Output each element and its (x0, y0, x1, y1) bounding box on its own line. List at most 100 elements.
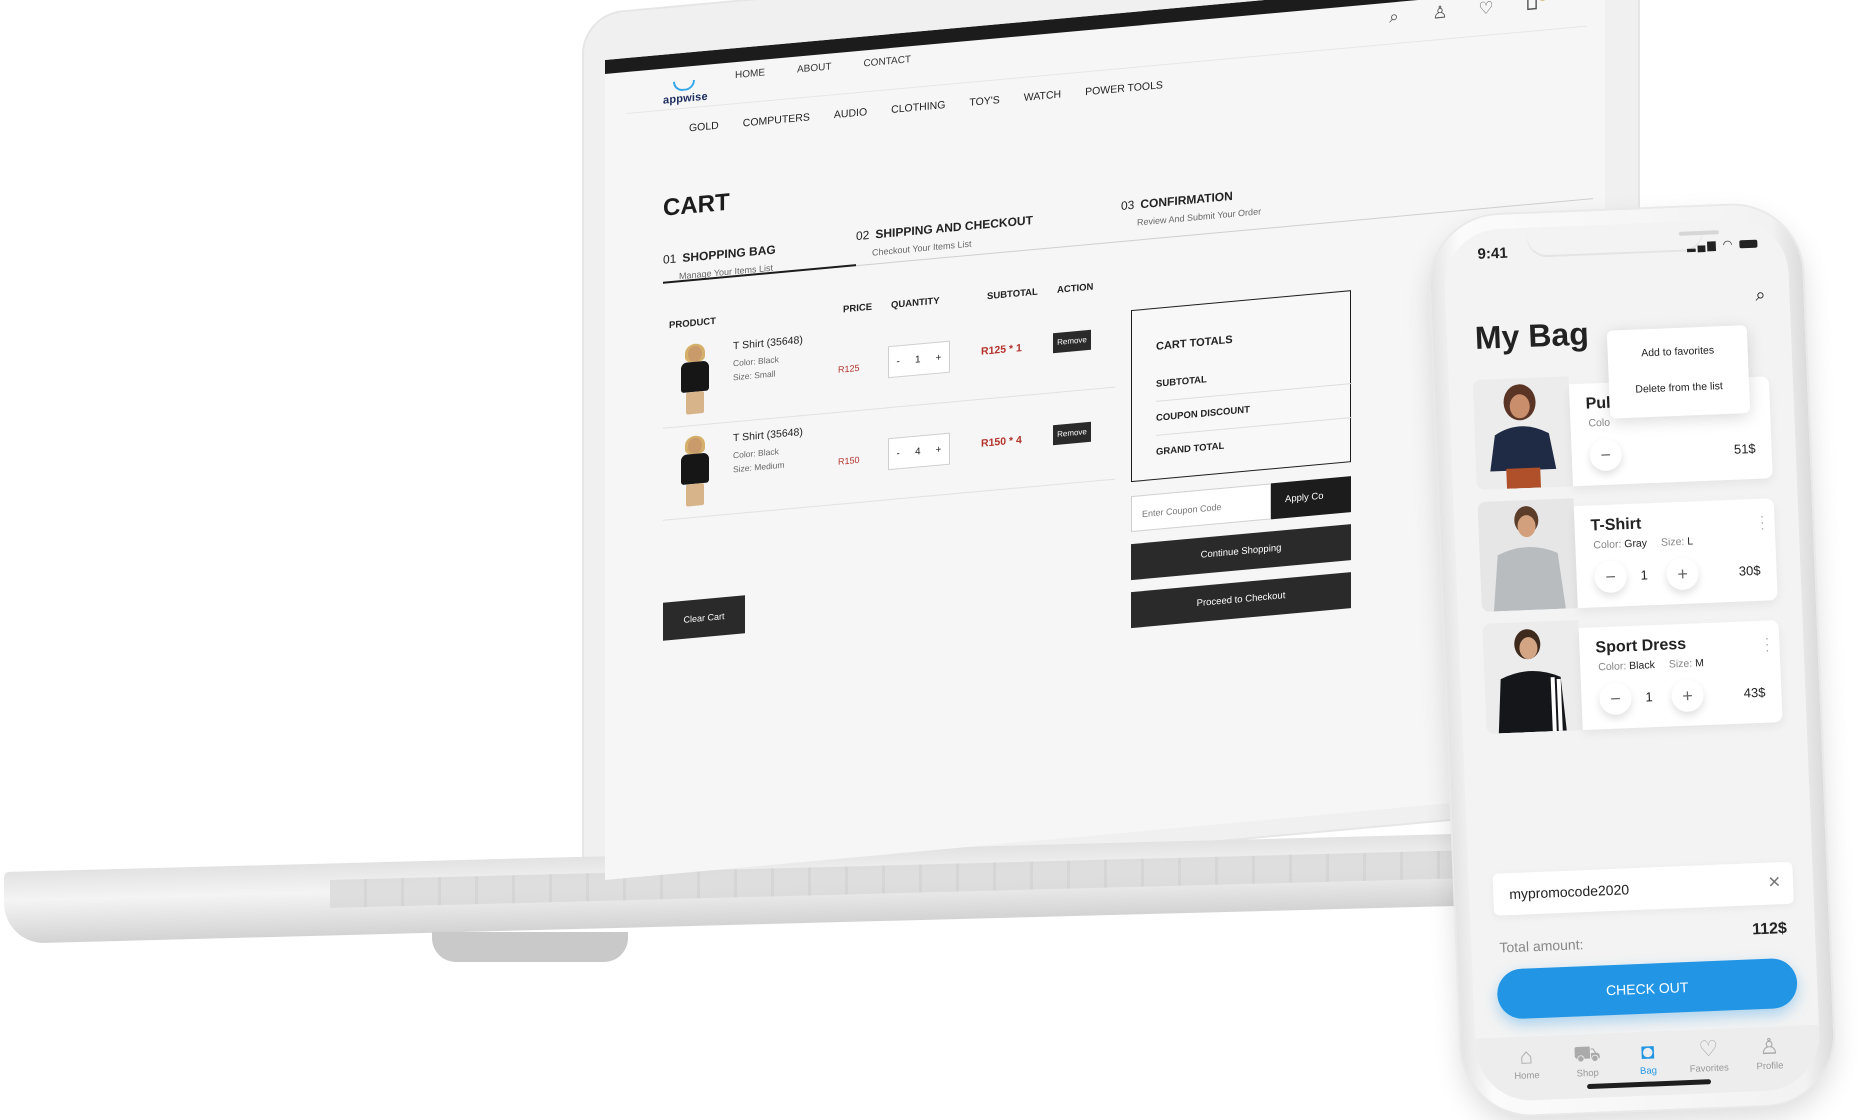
phone-device: 9:41 ▂▄▆ ◠ ⌕ My Bag Pul Colo − 51$ T-Shi… (1428, 202, 1836, 1118)
more-options-icon[interactable]: · · · (1759, 508, 1765, 536)
check-out-button[interactable]: CHECK OUT (1496, 957, 1799, 1020)
tab-label: Home (1514, 1070, 1540, 1083)
page-title: My Bag (1474, 315, 1590, 357)
heart-icon[interactable]: ♡ (1475, 0, 1497, 21)
qty-plus-button[interactable]: + (1665, 557, 1700, 591)
product-image (675, 342, 715, 418)
search-icon[interactable]: ⌕ (1755, 284, 1766, 305)
qty-plus-button[interactable]: + (1670, 679, 1705, 713)
nav-home[interactable]: HOME (735, 67, 765, 81)
item-name: Sport Dress (1595, 635, 1687, 657)
product-name[interactable]: T Shirt (35648) (733, 334, 803, 352)
color-label: Color: (1598, 660, 1627, 674)
qty-minus-button[interactable]: − (1598, 682, 1633, 716)
item-attributes: Color: Gray Size: L (1593, 535, 1707, 551)
proceed-to-checkout-button[interactable]: Proceed to Checkout (1131, 572, 1351, 629)
qty-minus-button[interactable]: − (1594, 560, 1628, 594)
bag-item-card[interactable]: T-Shirt Color: Gray Size: L − 1 + 30$ · · · (1477, 490, 1782, 612)
qty-plus-button[interactable]: + (936, 352, 942, 364)
tab-profile[interactable]: ♙ Profile (1743, 1032, 1797, 1092)
cart-totals-panel: CART TOTALS SUBTOTAL COUPON DISCOUNT GRA… (1131, 290, 1352, 483)
promo-code-field[interactable]: mypromocode2020 ✕ (1492, 861, 1794, 916)
bag-item-details: T-Shirt Color: Gray Size: L − 1 + 30$ · · · (1573, 498, 1778, 609)
tab-bag[interactable]: ◘ Bag (1621, 1037, 1675, 1097)
qty-minus-button[interactable]: - (897, 448, 900, 459)
bag-item-card[interactable]: Sport Dress Color: Black Size: M − 1 + 43… (1482, 612, 1786, 734)
item-price: 51$ (1733, 440, 1756, 457)
clear-cart-button[interactable]: Clear Cart (663, 595, 745, 641)
col-product: PRODUCT (669, 315, 716, 332)
item-price: 43$ (1743, 684, 1766, 701)
item-size: L (1687, 535, 1694, 548)
apply-coupon-button[interactable]: Apply Co (1271, 476, 1351, 520)
search-icon[interactable]: ⌕ (1383, 5, 1405, 29)
page-title: CART (663, 188, 730, 222)
category-nav: GOLD COMPUTERS AUDIO CLOTHING TOY'S WATC… (689, 79, 1163, 134)
category-watch[interactable]: WATCH (1024, 88, 1061, 103)
product-subtotal: R150 * 4 (981, 434, 1022, 450)
qty-minus-button[interactable]: - (897, 356, 900, 367)
product-size: Size: Medium (733, 459, 785, 475)
step-title: CONFIRMATION (1140, 188, 1233, 212)
mobile-bag-screen: 9:41 ▂▄▆ ◠ ⌕ My Bag Pul Colo − 51$ T-Shi… (1442, 217, 1822, 1103)
step-number: 03 (1121, 197, 1135, 214)
tab-home[interactable]: ⌂ Home (1500, 1042, 1554, 1102)
remove-button[interactable]: Remove (1053, 329, 1091, 354)
close-icon[interactable]: ✕ (1767, 872, 1781, 893)
step-confirmation[interactable]: 03 CONFIRMATION Review And Submit Your Or… (1121, 186, 1261, 229)
nav-contact[interactable]: CONTACT (863, 54, 911, 69)
quantity-stepper: - 1 + (888, 340, 950, 379)
tab-label: Shop (1576, 1067, 1600, 1080)
qty-value[interactable]: 4 (915, 446, 921, 458)
item-quantity: 1 (1645, 689, 1654, 705)
category-toys[interactable]: TOY'S (969, 94, 999, 109)
size-label: Size: (1668, 657, 1693, 671)
nav-about[interactable]: ABOUT (797, 61, 831, 75)
logo-mark (673, 79, 695, 92)
item-context-menu: Add to favorites Delete from the list (1606, 325, 1751, 419)
col-price: PRICE (843, 301, 873, 316)
tab-shop[interactable]: ⛟ Shop (1560, 1039, 1614, 1099)
col-action: ACTION (1057, 281, 1094, 296)
cart-icon[interactable]: ⊔ 0 (1521, 0, 1549, 17)
product-color: Color: Black (733, 354, 779, 369)
tab-label: Bag (1639, 1065, 1658, 1078)
category-power-tools[interactable]: POWER TOOLS (1085, 79, 1163, 98)
tab-label: Profile (1756, 1060, 1784, 1073)
category-gold[interactable]: GOLD (689, 120, 719, 135)
cart-totals-title: CART TOTALS (1156, 333, 1233, 353)
qty-minus-button[interactable]: − (1589, 438, 1623, 472)
tab-favorites[interactable]: ♡ Favorites (1682, 1034, 1736, 1094)
product-image (1482, 620, 1583, 734)
qty-plus-button[interactable]: + (936, 444, 942, 456)
bag-item-details: Sport Dress Color: Black Size: M − 1 + 43… (1578, 620, 1783, 731)
promo-code-value: mypromocode2020 (1508, 881, 1630, 903)
cart-table: PRODUCT PRICE QUANTITY SUBTOTAL ACTION T… (663, 280, 1115, 521)
logo[interactable]: appwise (663, 79, 708, 107)
category-computers[interactable]: COMPUTERS (743, 111, 810, 129)
continue-shopping-button[interactable]: Continue Shopping (1131, 524, 1351, 581)
profile-icon: ♙ (1758, 1033, 1780, 1060)
user-icon[interactable]: ♙ (1429, 1, 1451, 25)
product-name[interactable]: T Shirt (35648) (733, 426, 803, 444)
step-number: 02 (856, 227, 870, 244)
qty-value[interactable]: 1 (915, 354, 921, 366)
remove-button[interactable]: Remove (1053, 421, 1091, 446)
product-image (1472, 376, 1573, 491)
menu-add-to-favorites[interactable]: Add to favorites (1607, 343, 1747, 361)
home-icon: ⌂ (1519, 1043, 1534, 1069)
menu-delete-from-list[interactable]: Delete from the list (1609, 379, 1749, 397)
category-clothing[interactable]: CLOTHING (891, 99, 945, 116)
bag-icon: ◘ (1640, 1038, 1655, 1064)
coupon-code-input[interactable]: Enter Coupon Code (1131, 483, 1271, 533)
item-color: Colo (1588, 416, 1611, 430)
wifi-icon: ◠ (1722, 238, 1735, 252)
cart-icon: ⛟ (1572, 1040, 1602, 1067)
header-icons: ⌕ ♙ ♡ ⊔ 0 (1383, 0, 1549, 29)
category-audio[interactable]: AUDIO (834, 106, 867, 121)
product-subtotal: R125 * 1 (981, 342, 1022, 358)
cart-count-badge: 0 (1537, 0, 1549, 2)
more-options-icon[interactable]: · · · (1764, 629, 1770, 657)
phone-notch (1526, 220, 1719, 256)
logo-text: appwise (663, 90, 708, 107)
